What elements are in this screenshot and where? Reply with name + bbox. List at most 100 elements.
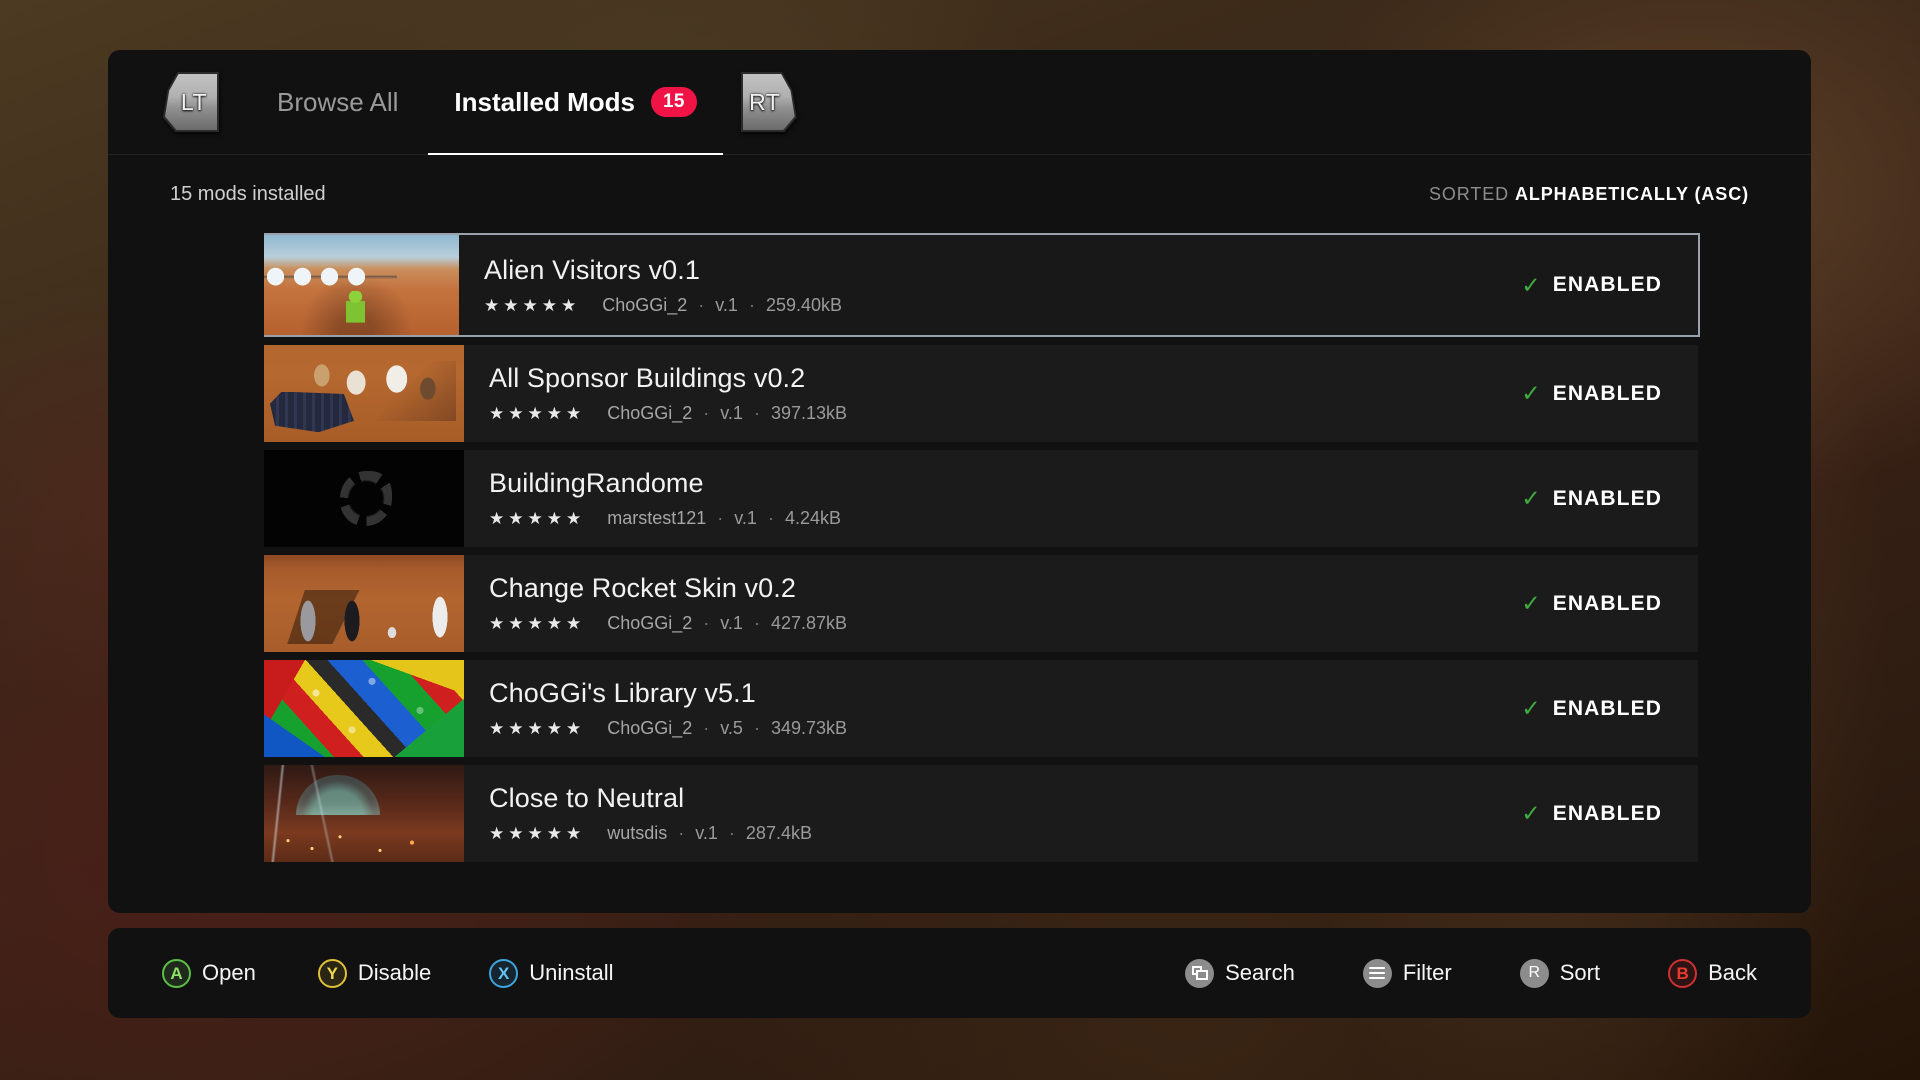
button-b-icon: B: [1668, 958, 1698, 988]
status-badge[interactable]: ✓ ENABLED: [1521, 802, 1698, 826]
meta-separator: ·: [767, 508, 774, 528]
search-button-label: Search: [1225, 960, 1295, 985]
status-badge[interactable]: ✓ ENABLED: [1521, 273, 1698, 297]
mod-thumbnail: [264, 450, 464, 547]
mod-thumbnail: [264, 235, 459, 335]
shoulder-button-lt-icon[interactable]: LT: [163, 72, 219, 132]
tab-bar: LT Browse All Installed Mods 15 RT: [108, 50, 1811, 155]
mod-version: v.5: [720, 718, 743, 738]
rating-stars: ★★★★★: [489, 824, 586, 843]
mod-meta: ★★★★★ marstest121 · v.1 · 4.24kB: [489, 508, 1521, 529]
installed-mods-count-badge: 15: [650, 87, 697, 117]
tab-browse-all[interactable]: Browse All: [273, 50, 402, 155]
filter-button[interactable]: Filter: [1362, 958, 1452, 988]
mod-author: ChoGGi_2: [607, 718, 693, 738]
disable-button[interactable]: Y Disable: [317, 958, 431, 988]
mod-size: 259.40kB: [765, 294, 842, 315]
shoulder-button-rt-icon[interactable]: RT: [740, 72, 797, 132]
mod-title: Close to Neutral: [489, 783, 685, 813]
meta-separator: ·: [748, 294, 755, 315]
meta-separator: ·: [753, 613, 760, 633]
back-button[interactable]: B Back: [1668, 958, 1757, 988]
mod-title: Change Rocket Skin v0.2: [489, 573, 796, 603]
check-icon: ✓: [1521, 590, 1542, 616]
status-badge[interactable]: ✓ ENABLED: [1521, 697, 1698, 721]
mod-author: ChoGGi_2: [607, 613, 693, 633]
mod-list-item[interactable]: Alien Visitors v0.1 ★★★★★ ChoGGi_2 · v.1…: [264, 233, 1700, 337]
mod-thumbnail: [264, 555, 464, 652]
mod-version: v.1: [734, 508, 757, 528]
mod-size: 397.13kB: [770, 403, 847, 423]
button-x-icon: X: [489, 958, 519, 988]
meta-separator: ·: [728, 823, 735, 843]
mod-version: v.1: [720, 613, 743, 633]
hamburger-icon: [1362, 958, 1392, 988]
mod-title: All Sponsor Buildings v0.2: [489, 363, 806, 393]
button-a-icon: A: [162, 958, 191, 988]
rating-stars: ★★★★★: [489, 719, 586, 738]
status-badge[interactable]: ✓ ENABLED: [1521, 592, 1698, 616]
tab-installed-mods[interactable]: Installed Mods 15: [428, 50, 723, 155]
meta-separator: ·: [753, 718, 760, 738]
status-badge[interactable]: ✓ ENABLED: [1521, 487, 1698, 511]
check-icon: ✓: [1521, 380, 1542, 406]
meta-separator: ·: [717, 508, 724, 528]
mod-meta: ★★★★★ ChoGGi_2 · v.1 · 427.87kB: [489, 613, 1521, 634]
mod-meta: ★★★★★ ChoGGi_2 · v.5 · 349.73kB: [489, 718, 1521, 739]
mod-list-item[interactable]: BuildingRandome ★★★★★ marstest121 · v.1 …: [264, 450, 1698, 547]
tab-browse-all-label: Browse All: [277, 86, 399, 117]
action-bar: A Open Y Disable X Uninstall Search Filt…: [108, 928, 1811, 1018]
mod-author: marstest121: [607, 508, 707, 528]
uninstall-button[interactable]: X Uninstall: [489, 958, 614, 988]
mod-list[interactable]: Alien Visitors v0.1 ★★★★★ ChoGGi_2 · v.1…: [264, 233, 1811, 868]
sort-value-label: ALPHABETICALLY (ASC): [1514, 183, 1749, 204]
meta-separator: ·: [703, 718, 710, 738]
search-button[interactable]: Search: [1185, 958, 1295, 988]
open-button-label: Open: [202, 960, 256, 985]
open-button[interactable]: A Open: [162, 958, 256, 988]
mod-meta: ★★★★★ ChoGGi_2 · v.1 · 259.40kB: [484, 295, 1521, 316]
mod-thumbnail: [264, 660, 464, 757]
check-icon: ✓: [1521, 800, 1542, 826]
action-bar-right: Search Filter R Sort B Back: [1185, 958, 1757, 988]
check-icon: ✓: [1521, 695, 1542, 721]
meta-separator: ·: [698, 294, 705, 315]
sort-button[interactable]: R Sort: [1519, 958, 1600, 988]
mod-size: 287.4kB: [745, 823, 812, 843]
status-badge[interactable]: ✓ ENABLED: [1521, 382, 1698, 406]
list-subheader: 15 mods installed SORTED ALPHABETICALLY …: [108, 155, 1811, 233]
mod-size: 427.87kB: [770, 613, 847, 633]
action-bar-left: A Open Y Disable X Uninstall: [162, 958, 614, 988]
check-icon: ✓: [1521, 271, 1542, 298]
mods-panel: LT Browse All Installed Mods 15 RT 15 mo…: [108, 50, 1811, 913]
mod-author: ChoGGi_2: [602, 294, 688, 315]
button-r-icon: R: [1519, 958, 1549, 988]
meta-separator: ·: [678, 823, 685, 843]
shoulder-lt-label: LT: [180, 88, 208, 115]
mod-title: ChoGGi's Library v5.1: [489, 678, 756, 708]
mod-author: wutsdis: [607, 823, 668, 843]
mod-thumbnail: [264, 765, 464, 862]
status-label: ENABLED: [1552, 591, 1662, 615]
mod-list-item[interactable]: Change Rocket Skin v0.2 ★★★★★ ChoGGi_2 ·…: [264, 555, 1698, 652]
mod-meta: ★★★★★ ChoGGi_2 · v.1 · 397.13kB: [489, 403, 1521, 424]
rating-stars: ★★★★★: [489, 404, 586, 423]
rating-stars: ★★★★★: [484, 295, 581, 315]
sort-indicator[interactable]: SORTED ALPHABETICALLY (ASC): [1429, 184, 1749, 205]
mod-title: Alien Visitors v0.1: [484, 254, 701, 285]
rating-stars: ★★★★★: [489, 614, 586, 633]
mod-list-item[interactable]: Close to Neutral ★★★★★ wutsdis · v.1 · 2…: [264, 765, 1698, 862]
mod-meta: ★★★★★ wutsdis · v.1 · 287.4kB: [489, 823, 1521, 844]
mod-version: v.1: [720, 403, 743, 423]
meta-separator: ·: [703, 403, 710, 423]
mod-list-item[interactable]: All Sponsor Buildings v0.2 ★★★★★ ChoGGi_…: [264, 345, 1698, 442]
back-button-label: Back: [1708, 960, 1757, 985]
active-tab-underline: [428, 152, 723, 155]
sort-prefix-label: SORTED: [1429, 183, 1515, 204]
mod-size: 349.73kB: [770, 718, 847, 738]
rating-stars: ★★★★★: [489, 509, 586, 528]
status-label: ENABLED: [1552, 273, 1662, 296]
mod-list-item[interactable]: ChoGGi's Library v5.1 ★★★★★ ChoGGi_2 · v…: [264, 660, 1698, 757]
status-label: ENABLED: [1552, 801, 1662, 825]
status-label: ENABLED: [1552, 696, 1662, 720]
